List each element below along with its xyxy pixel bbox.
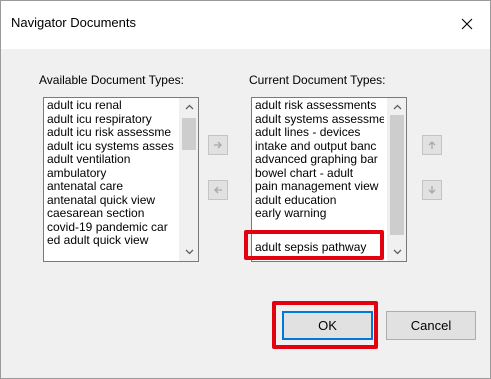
current-scrollbar[interactable]: [387, 98, 406, 261]
list-item[interactable]: covid-19 pandemic car: [47, 221, 176, 235]
list-item[interactable]: adult icu renal: [47, 99, 176, 113]
available-items-container: adult icu renal adult icu respiratory adul…: [47, 99, 176, 261]
list-item[interactable]: adult icu respiratory: [47, 113, 176, 127]
dialog-title: Navigator Documents: [11, 15, 136, 30]
available-types-list[interactable]: adult icu renal adult icu respiratory adul…: [43, 97, 199, 262]
list-item[interactable]: adult icu risk assessme: [47, 126, 176, 140]
list-item[interactable]: ed adult quick view: [47, 234, 176, 248]
available-scrollbar[interactable]: [179, 98, 198, 261]
list-item[interactable]: adult risk assessments: [255, 99, 384, 113]
scroll-up-icon[interactable]: [180, 99, 198, 115]
available-scroll-thumb[interactable]: [182, 118, 196, 150]
scroll-up-icon[interactable]: [388, 99, 406, 115]
ok-button[interactable]: OK: [282, 311, 373, 340]
selected-list-item[interactable]: adult sepsis pathway: [255, 238, 384, 256]
cancel-button[interactable]: Cancel: [386, 311, 476, 340]
remove-document-button[interactable]: [208, 180, 228, 200]
arrow-down-icon: [428, 186, 436, 194]
list-item[interactable]: adult ventilation: [47, 153, 176, 167]
current-types-list[interactable]: adult risk assessments adult systems asse…: [251, 97, 407, 262]
list-item[interactable]: adult systems assessme: [255, 113, 384, 127]
close-button[interactable]: [450, 8, 484, 40]
title-bar: Navigator Documents: [1, 1, 490, 49]
list-item[interactable]: caesarean section: [47, 207, 176, 221]
scroll-down-icon[interactable]: [388, 244, 406, 260]
close-icon: [461, 18, 473, 30]
move-down-button[interactable]: [422, 180, 442, 200]
current-items-container: adult risk assessments adult systems asse…: [255, 99, 384, 261]
list-item[interactable]: ambulatory: [47, 167, 176, 181]
list-item[interactable]: antenatal quick view: [47, 194, 176, 208]
scroll-down-icon[interactable]: [180, 244, 198, 260]
list-item[interactable]: intake and output banc: [255, 140, 384, 154]
available-types-label: Available Document Types:: [39, 73, 184, 87]
list-item[interactable]: antenatal care: [47, 180, 176, 194]
list-item[interactable]: pain management view: [255, 180, 384, 194]
list-item[interactable]: early warning: [255, 207, 384, 221]
list-item[interactable]: adult lines - devices: [255, 126, 384, 140]
arrow-left-icon: [214, 186, 222, 194]
current-types-label: Current Document Types:: [249, 73, 386, 87]
list-item[interactable]: advanced graphing bar: [255, 153, 384, 167]
list-item[interactable]: bowel chart - adult: [255, 167, 384, 181]
arrow-up-icon: [428, 141, 436, 149]
arrow-right-icon: [214, 141, 222, 149]
list-item[interactable]: adult education: [255, 194, 384, 208]
current-scroll-thumb[interactable]: [390, 115, 404, 235]
move-up-button[interactable]: [422, 135, 442, 155]
add-document-button[interactable]: [208, 135, 228, 155]
list-item[interactable]: adult icu systems asses: [47, 140, 176, 154]
navigator-documents-dialog: Navigator Documents Available Document T…: [0, 0, 491, 379]
